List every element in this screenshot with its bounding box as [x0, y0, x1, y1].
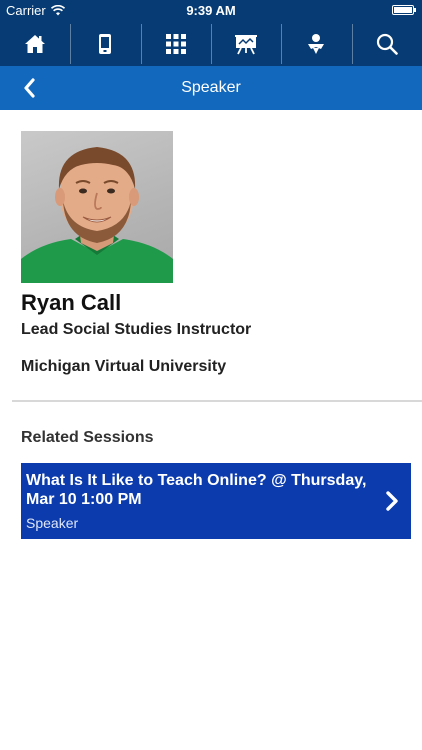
nav-presentation[interactable] — [210, 22, 281, 66]
status-bar: Carrier 9:39 AM — [0, 0, 422, 22]
speaker-photo — [21, 131, 173, 283]
top-bar: Carrier 9:39 AM — [0, 0, 422, 66]
home-icon — [25, 35, 46, 53]
device-icon — [99, 34, 112, 54]
speaker-organization: Michigan Virtual University — [21, 358, 227, 375]
section-divider — [12, 400, 422, 402]
sponsor-icon — [308, 34, 325, 54]
battery-icon — [392, 5, 416, 15]
nav-home[interactable] — [0, 22, 70, 66]
presentation-icon — [235, 35, 258, 55]
title-bar: Speaker — [0, 66, 422, 110]
nav-sponsor[interactable] — [281, 22, 351, 66]
session-title: What Is It Like to Teach Online? @ Thurs… — [26, 472, 367, 508]
page-title: Speaker — [181, 79, 241, 96]
speaker-name: Ryan Call — [21, 290, 122, 315]
status-time: 9:39 AM — [186, 3, 236, 18]
nav-search[interactable] — [351, 22, 422, 66]
search-icon — [376, 33, 398, 55]
speaker-portrait — [21, 147, 173, 283]
speaker-title: Lead Social Studies Instructor — [21, 321, 252, 338]
grid-icon — [165, 34, 186, 54]
main-nav — [0, 22, 422, 66]
related-sessions-heading: Related Sessions — [21, 429, 154, 446]
chevron-right-icon — [386, 491, 398, 511]
nav-device[interactable] — [70, 22, 140, 66]
nav-grid[interactable] — [140, 22, 211, 66]
session-role: Speaker — [26, 515, 79, 531]
session-card[interactable]: What Is It Like to Teach Online? @ Thurs… — [21, 463, 411, 539]
